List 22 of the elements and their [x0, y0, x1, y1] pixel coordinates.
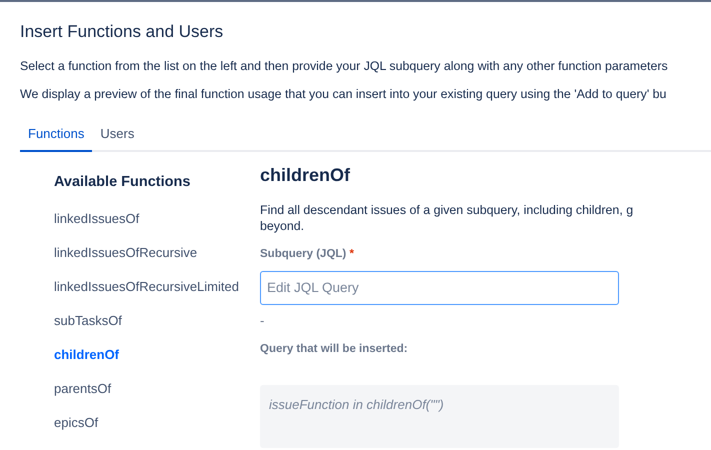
intro-text: Select a function from the list on the left and then provide your JQL subquery along with any other function parameters	[20, 58, 669, 74]
tab[interactable]: Functions	[20, 118, 92, 152]
function-item[interactable]: linkedIssuesOfRecursiveLimited	[54, 278, 239, 296]
query-preview: issueFunction in childrenOf("")	[260, 385, 619, 448]
jql-input-field[interactable]: Edit JQL Query	[260, 270, 619, 305]
function-item[interactable]: childrenOf	[54, 346, 120, 364]
function-item[interactable]: subTasksOf	[54, 312, 122, 330]
tab[interactable]: Users	[92, 118, 142, 152]
function-item[interactable]: parentsOf	[54, 380, 112, 398]
field-label: Subquery (JQL)	[260, 248, 346, 260]
description-text: beyond.	[260, 218, 306, 234]
field-hint: -	[260, 312, 264, 328]
description-text: Find all descendant issues of a given subquery, including children, g	[260, 202, 634, 218]
preview-label: Query that will be inserted:	[260, 342, 409, 357]
sidebar-heading: Available Functions	[54, 172, 192, 192]
function-item[interactable]: linkedIssuesOfRecursive	[54, 244, 198, 262]
function-item[interactable]: epicsOf	[54, 414, 98, 432]
function-title: childrenOf	[260, 164, 352, 186]
intro-text: We display a preview of the final function usage that you can insert into your existing query using the 'Add to query' bu	[20, 86, 668, 102]
function-item[interactable]: linkedIssuesOf	[54, 210, 140, 228]
required-mark: *	[349, 248, 354, 260]
dialog-title: Insert Functions and Users	[20, 21, 224, 43]
